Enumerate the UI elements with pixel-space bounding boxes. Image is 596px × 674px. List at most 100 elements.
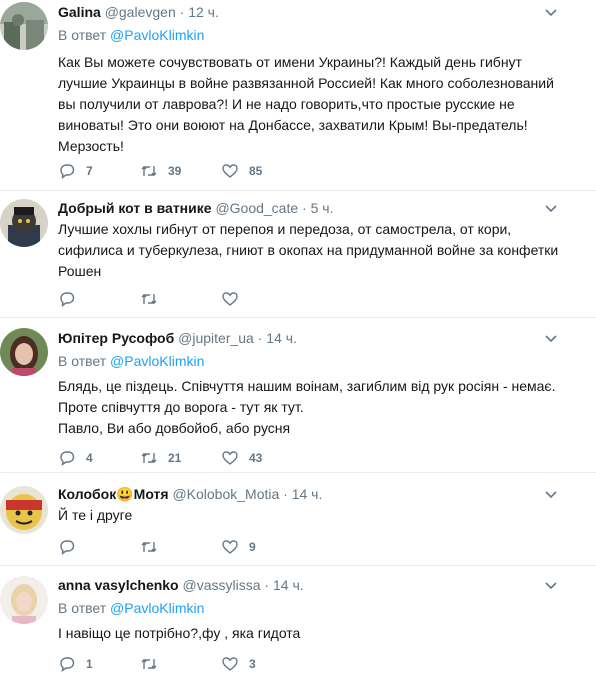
reply-mention-link[interactable]: @PavloKlimkin (110, 600, 204, 616)
timestamp[interactable]: 14 ч. (266, 330, 297, 346)
timestamp[interactable]: 5 ч. (311, 200, 334, 216)
like-button[interactable]: 85 (221, 161, 262, 181)
timestamp[interactable]: 14 ч. (273, 577, 304, 593)
tweet[interactable]: Добрый кот в ватнике @Good_cate · 5 ч. Л… (0, 191, 596, 317)
tweet-header: anna vasylchenko @vassylissa · 14 ч. (58, 577, 304, 593)
separator-dot: · (302, 200, 307, 216)
reply-button[interactable] (58, 537, 86, 557)
tweet-text: Лучшие хохлы гибнут от перепоя и передоз… (58, 219, 568, 282)
tweet-actions: 4 21 43 (58, 448, 458, 468)
emoji-icon: 😃 (116, 486, 134, 502)
reply-context: В ответ @PavloKlimkin (58, 600, 204, 616)
retweet-button[interactable] (140, 537, 168, 557)
separator-dot: · (257, 330, 263, 346)
reply-icon (60, 164, 75, 180)
chevron-down-icon[interactable] (544, 579, 558, 593)
retweet-button[interactable] (140, 289, 168, 309)
text-line: лучшие Украинцы в войне развязанной Росс… (58, 75, 554, 91)
retweet-icon (141, 453, 157, 463)
reply-prefix: В ответ (58, 27, 107, 43)
chevron-down-icon[interactable] (544, 332, 558, 346)
like-count: 43 (249, 451, 263, 465)
tweet-text: Й те і друге (58, 505, 568, 526)
like-button[interactable]: 3 (221, 654, 256, 674)
tweet-header: Колобок😃Мотя @Kolobok_Motia · 14 ч. (58, 486, 322, 503)
like-count: 9 (249, 540, 256, 554)
like-count: 85 (249, 164, 263, 178)
author-name[interactable]: Добрый кот в ватнике (58, 200, 212, 216)
reply-button[interactable]: 7 (58, 161, 93, 181)
retweet-button[interactable]: 39 (140, 161, 181, 181)
text-line: сифилиса и туберкулеза, гниют в окопах н… (58, 242, 559, 258)
avatar-image (0, 199, 48, 247)
reply-context: В ответ @PavloKlimkin (58, 353, 204, 369)
reply-mention-link[interactable]: @PavloKlimkin (110, 353, 204, 369)
reply-icon (60, 657, 75, 673)
avatar[interactable] (0, 486, 48, 534)
retweet-button[interactable] (140, 654, 168, 674)
author-name[interactable]: Юпітер Русофоб (58, 330, 174, 346)
heart-icon (222, 292, 238, 306)
retweet-icon (141, 542, 157, 552)
tweet-actions: 7 39 85 (58, 161, 458, 181)
tweet-header: Galina @galevgen · 12 ч. (58, 4, 219, 20)
chevron-down-icon[interactable] (544, 6, 558, 20)
avatar[interactable] (0, 328, 48, 376)
author-handle[interactable]: @vassylissa (183, 577, 261, 593)
text-line: виноваты! Это они воюют на Донбассе, зах… (58, 117, 528, 133)
like-button[interactable]: 9 (221, 537, 256, 557)
reply-count: 7 (86, 164, 93, 178)
author-name-part: Мотя (133, 486, 169, 502)
text-line: Как Вы можете сочувствовать от имени Укр… (58, 54, 522, 70)
tweet-header: Юпітер Русофоб @jupiter_ua · 14 ч. (58, 330, 297, 346)
retweet-icon (141, 294, 157, 304)
retweet-button[interactable]: 21 (140, 448, 181, 468)
text-line: Павло, Ви або довбойоб, або русня (58, 420, 291, 436)
avatar[interactable] (0, 576, 48, 624)
author-handle[interactable]: @Kolobok_Motia (172, 486, 279, 502)
reply-mention-link[interactable]: @PavloKlimkin (110, 27, 204, 43)
tweet[interactable]: Колобок😃Мотя @Kolobok_Motia · 14 ч. Й те… (0, 473, 596, 565)
reply-icon (60, 540, 75, 556)
heart-icon (222, 164, 238, 178)
like-button[interactable]: 43 (221, 448, 262, 468)
avatar[interactable] (0, 2, 48, 50)
author-name[interactable]: anna vasylchenko (58, 577, 179, 593)
reply-count: 4 (86, 451, 93, 465)
text-line: Й те і друге (58, 507, 133, 523)
author-handle[interactable]: @Good_cate (215, 200, 298, 216)
avatar-image (0, 486, 48, 534)
tweet-actions: 1 3 (58, 654, 458, 674)
author-handle[interactable]: @jupiter_ua (178, 330, 254, 346)
tweet[interactable]: Galina @galevgen · 12 ч. В ответ @PavloK… (0, 0, 596, 190)
tweet[interactable]: Юпітер Русофоб @jupiter_ua · 14 ч. В отв… (0, 318, 596, 472)
reply-prefix: В ответ (58, 353, 107, 369)
timestamp[interactable]: 14 ч. (292, 486, 323, 502)
text-line: вы получили от лаврова?! И не надо говор… (58, 96, 515, 112)
tweet-text: Блядь, це пiздець. Спiвчуття нашим воiна… (58, 376, 568, 439)
separator-dot: · (264, 577, 270, 593)
text-line: Мерзость! (58, 138, 124, 154)
reply-button[interactable] (58, 289, 86, 309)
tweet[interactable]: anna vasylchenko @vassylissa · 14 ч. В о… (0, 566, 596, 673)
text-line: Блядь, це пiздець. Спiвчуття нашим воiна… (58, 378, 556, 394)
author-handle[interactable]: @galevgen (105, 4, 176, 20)
reply-button[interactable]: 1 (58, 654, 93, 674)
avatar-image (0, 328, 48, 376)
reply-button[interactable]: 4 (58, 448, 93, 468)
author-name[interactable]: Колобок😃Мотя (58, 486, 169, 502)
separator-dot: · (179, 4, 185, 20)
heart-icon (222, 657, 238, 671)
chevron-down-icon[interactable] (544, 202, 558, 216)
reply-count: 1 (86, 657, 93, 671)
retweet-icon (141, 166, 157, 176)
reply-prefix: В ответ (58, 600, 107, 616)
text-line: Проте спiвчуття до ворога - тут як тут. (58, 399, 304, 415)
tweet-text: І навiщо це потрiбно?,фу , яка гидота (58, 623, 568, 644)
avatar[interactable] (0, 199, 48, 247)
chevron-down-icon[interactable] (544, 488, 558, 502)
timestamp[interactable]: 12 ч. (188, 4, 219, 20)
retweet-count: 21 (168, 451, 182, 465)
author-name[interactable]: Galina (58, 4, 101, 20)
like-button[interactable] (221, 289, 249, 309)
